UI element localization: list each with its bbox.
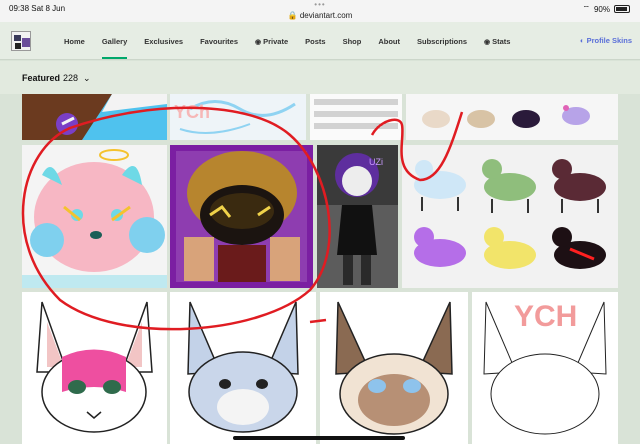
red-annotation-scribble [21,106,464,331]
home-indicator[interactable] [233,436,405,440]
